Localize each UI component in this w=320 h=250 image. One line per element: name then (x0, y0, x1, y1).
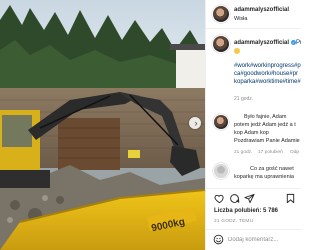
bookmark-icon[interactable] (285, 193, 296, 204)
caption-username[interactable]: adammalyszofficial (234, 40, 289, 46)
comment-reply[interactable]: Odp (290, 150, 299, 155)
post-photo[interactable]: 9000kg › (0, 0, 205, 250)
likes-count[interactable]: Liczba polubień: 5 786 (214, 208, 278, 214)
caption-line-2[interactable]: #work#workinprogress#p (234, 62, 301, 70)
commenter-avatar[interactable] (214, 164, 228, 178)
author-avatar[interactable] (213, 6, 229, 22)
caption-time[interactable]: 21 godz. (234, 96, 253, 102)
add-comment-bar (206, 229, 301, 250)
post-actions (206, 188, 301, 209)
author-username[interactable]: adammalyszofficial (234, 7, 289, 13)
grin-emoji-icon (234, 48, 240, 54)
comment-time[interactable]: 21 godz. (234, 150, 252, 155)
comment-text-line: Pozdrawiam Panie Adamie (234, 138, 300, 144)
post-date[interactable]: 21 GODZ. TEMU (214, 219, 253, 224)
next-photo-button[interactable]: › (189, 117, 201, 129)
comment-text-line: kop Adam kop (234, 130, 269, 136)
caption-emoji (234, 48, 240, 57)
comment-text-line: Co za gość nawet (250, 166, 294, 172)
post-location[interactable]: Wisła (234, 16, 247, 22)
caption-line-3[interactable]: ca#goodwork#house#pr (234, 70, 298, 78)
comment-text-line: koparkę ma uprawnienia (234, 174, 294, 180)
commenter-avatar[interactable] (214, 115, 228, 129)
chevron-right-icon: › (194, 117, 198, 128)
comment-text-line: potem jedź Adam jedź a t (234, 122, 296, 128)
comment-text-line: Było fajnie, Adam (244, 114, 287, 120)
smile-icon[interactable] (213, 234, 224, 245)
heart-icon[interactable] (214, 193, 225, 204)
post-header: adammalyszofficial Wisła (206, 0, 301, 29)
caption-avatar[interactable] (213, 36, 229, 52)
comment-input[interactable] (228, 234, 296, 246)
caption-line-4[interactable]: koparka#worktime#time# (234, 78, 301, 86)
comment-likes[interactable]: 17 polubień (258, 150, 283, 155)
comment-icon[interactable] (229, 193, 240, 204)
excavator-photo: 9000kg (0, 0, 205, 250)
post-side-panel: adammalyszofficial Wisła adammalyszoffic… (205, 0, 301, 250)
share-icon[interactable] (244, 193, 255, 204)
caption-line-1: Pr (296, 40, 301, 46)
